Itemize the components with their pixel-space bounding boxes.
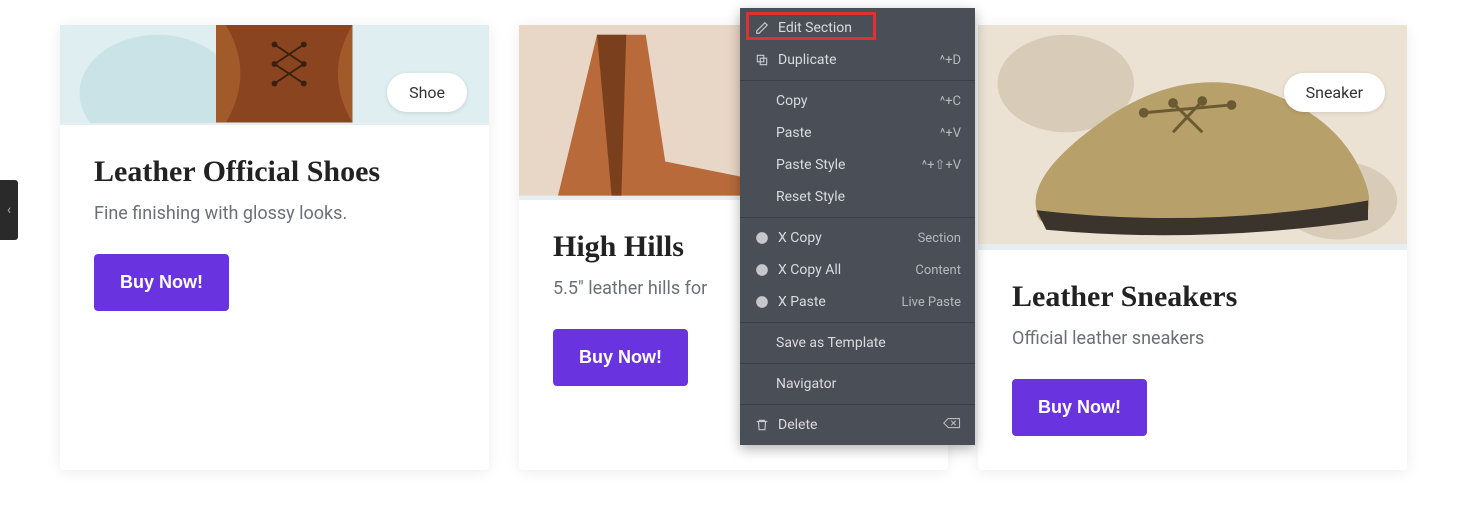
duplicate-icon [752,53,772,67]
menu-label: Copy [776,93,940,109]
product-image: Sneaker [978,25,1407,250]
product-badge: Shoe [387,73,467,112]
menu-paste-style[interactable]: Paste Style ^+⇧+V [740,149,975,181]
menu-label: X Copy All [778,262,915,278]
chevron-left-icon: ‹ [7,202,11,218]
menu-shortcut: Section [918,231,961,246]
buy-now-button[interactable]: Buy Now! [553,329,688,386]
face-icon [752,295,772,309]
product-description: Fine finishing with glossy looks. [94,203,455,224]
sneaker-image [978,25,1407,244]
menu-delete[interactable]: Delete [740,409,975,441]
trash-icon [752,418,772,432]
product-image: Shoe [60,25,489,125]
menu-x-copy-all[interactable]: X Copy All Content [740,254,975,286]
menu-label: Delete [778,417,943,433]
context-menu: Edit Section Duplicate ^+D Copy ^+C Past… [740,8,975,445]
buy-now-button[interactable]: Buy Now! [94,254,229,311]
menu-divider [740,80,975,81]
menu-save-template[interactable]: Save as Template [740,327,975,359]
menu-label: Navigator [776,376,961,392]
menu-shortcut: ^+V [940,126,961,141]
delete-key-icon [943,417,961,433]
menu-label: X Paste [778,294,901,310]
product-cards-row: Shoe Leather Official Shoes Fine finishi… [0,0,1467,495]
menu-shortcut: ^+⇧+V [922,158,961,173]
menu-shortcut: Content [915,263,961,278]
menu-label: Paste Style [776,157,922,173]
panel-collapse-tab[interactable]: ‹ [0,180,18,240]
product-card: Sneaker Leather Sneakers Official leathe… [978,25,1407,470]
product-description: Official leather sneakers [1012,328,1373,349]
menu-shortcut: ^+C [940,94,961,109]
menu-x-copy[interactable]: X Copy Section [740,222,975,254]
product-badge: Sneaker [1284,73,1385,112]
menu-shortcut: Live Paste [901,295,961,310]
menu-duplicate[interactable]: Duplicate ^+D [740,44,975,76]
menu-paste[interactable]: Paste ^+V [740,117,975,149]
menu-copy[interactable]: Copy ^+C [740,85,975,117]
menu-divider [740,217,975,218]
menu-divider [740,404,975,405]
menu-label: Duplicate [778,52,940,68]
menu-reset-style[interactable]: Reset Style [740,181,975,213]
menu-label: Save as Template [776,335,961,351]
product-title: Leather Official Shoes [94,155,455,189]
menu-label: Reset Style [776,189,961,205]
buy-now-button[interactable]: Buy Now! [1012,379,1147,436]
menu-divider [740,322,975,323]
product-card: Shoe Leather Official Shoes Fine finishi… [60,25,489,470]
menu-edit-section[interactable]: Edit Section [740,12,975,44]
menu-label: Edit Section [778,20,961,36]
menu-divider [740,363,975,364]
face-icon [752,263,772,277]
menu-x-paste[interactable]: X Paste Live Paste [740,286,975,318]
menu-label: Paste [776,125,940,141]
menu-navigator[interactable]: Navigator [740,368,975,400]
menu-label: X Copy [778,230,918,246]
menu-shortcut: ^+D [940,53,961,68]
pencil-icon [752,21,772,35]
face-icon [752,231,772,245]
product-title: Leather Sneakers [1012,280,1373,314]
